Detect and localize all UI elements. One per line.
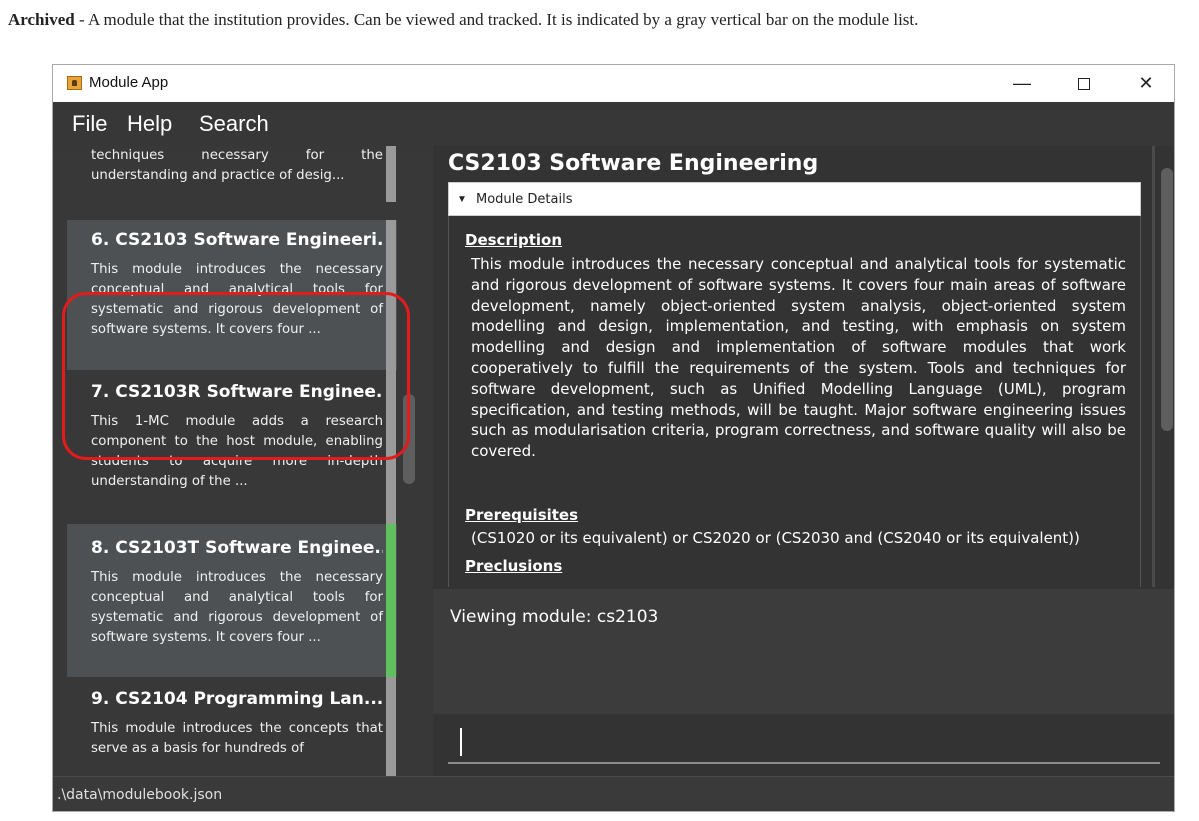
module-details-label: Module Details [476,192,573,207]
module-card-description: This module introduces the concepts that… [91,721,383,756]
module-card-description: techniques necessary for the understandi… [91,148,383,183]
module-card-title: 6. CS2103 Software Engineeri... [91,230,383,250]
module-details-body: Description This module introduces the n… [448,216,1141,587]
preclusions-heading: Preclusions [465,557,563,575]
archived-bar [386,677,396,776]
menu-file[interactable]: File [72,111,107,137]
details-scrollbar[interactable] [1161,168,1173,431]
prerequisites-heading: Prerequisites [465,506,579,524]
maximize-icon [1078,78,1090,91]
module-card-title: 9. CS2104 Programming Lan... [91,689,383,709]
window-title: Module App [89,74,169,91]
minimize-button[interactable]: — [999,69,1045,97]
description-text: This module introduces the necessary con… [471,255,1126,461]
menu-bar: File Help Search [53,102,1174,146]
module-card-description: This module introduces the necessary con… [91,570,383,645]
triangle-down-icon: ▼ [457,194,467,205]
status-file-path: .\data\modulebook.json [57,787,223,803]
doc-term: Archived [8,10,75,29]
description-heading: Description [465,231,563,249]
doc-definition-line: Archived - A module that the institution… [8,10,918,30]
title-bar: Module App — ✕ [53,65,1174,103]
status-bar: .\data\modulebook.json [53,776,1174,811]
text-caret [460,728,462,756]
close-button[interactable]: ✕ [1123,69,1169,97]
module-card[interactable]: 8. CS2103T Software Enginee... This modu… [67,524,397,677]
maximize-button[interactable] [1061,69,1107,97]
module-card[interactable]: 9. CS2104 Programming Lan... This module… [67,677,397,776]
module-detail-panel: CS2103 Software Engineering ▼ Module Det… [433,146,1174,776]
menu-help[interactable]: Help [127,111,172,137]
highlight-annotation [62,292,410,460]
menu-search[interactable]: Search [199,111,269,137]
app-icon [67,76,82,90]
result-display: Viewing module: cs2103 [433,589,1174,714]
archived-bar [386,146,396,202]
command-input[interactable] [448,724,1160,764]
module-title: CS2103 Software Engineering [448,151,819,176]
prerequisites-text: (CS1020 or its equivalent) or CS2020 or … [471,529,1080,547]
doc-definition: - A module that the institution provides… [74,10,919,29]
detail-divider [1152,146,1155,587]
module-list-panel[interactable]: techniques necessary for the understandi… [53,146,433,776]
app-window: Module App — ✕ File Help Search techniqu… [52,64,1175,812]
module-card[interactable]: techniques necessary for the understandi… [67,146,397,202]
result-text: Viewing module: cs2103 [450,607,659,627]
tracked-bar [386,524,396,677]
command-box [433,716,1174,776]
module-details-toggle[interactable]: ▼ Module Details [448,182,1141,216]
module-card-title: 8. CS2103T Software Enginee... [91,538,383,558]
